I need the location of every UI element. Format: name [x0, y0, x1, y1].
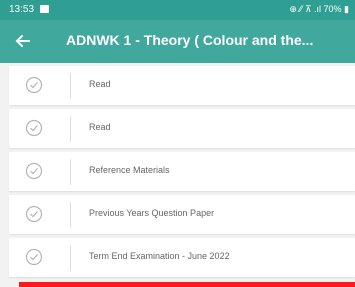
status-time: 13:53	[9, 4, 35, 15]
page-title: ADNWK 1 - Theory ( Colour and the...	[66, 32, 314, 48]
check-circle-icon	[25, 162, 43, 180]
item-label: Reference Materials	[89, 165, 170, 175]
item-divider	[70, 202, 71, 228]
back-arrow-icon[interactable]	[14, 32, 32, 50]
status-indicators: ⊕ ⁄⁄ ⊼ .ıl 70% ▮	[289, 4, 349, 14]
list-item[interactable]: Term End Examination - June 2022	[9, 238, 355, 277]
item-divider	[70, 245, 71, 271]
content-list: Read Read Reference Materials Previous Y…	[9, 66, 355, 281]
item-label: Previous Years Question Paper	[89, 208, 215, 218]
gallery-icon	[40, 5, 49, 13]
check-circle-icon	[25, 205, 43, 223]
list-item[interactable]: Previous Years Question Paper	[9, 195, 355, 234]
item-divider	[70, 159, 71, 185]
highlight-bar	[19, 282, 355, 287]
check-circle-icon	[25, 248, 43, 266]
item-label: Read	[89, 122, 111, 132]
item-divider	[70, 73, 71, 99]
status-bar: 13:53 ⊕ ⁄⁄ ⊼ .ıl 70% ▮	[0, 0, 355, 20]
item-label: Read	[89, 79, 111, 89]
list-item[interactable]: Read	[9, 109, 355, 148]
check-circle-icon	[25, 119, 43, 137]
item-label: Term End Examination - June 2022	[89, 251, 230, 261]
app-bar: ADNWK 1 - Theory ( Colour and the...	[0, 20, 355, 63]
list-item[interactable]: Read	[9, 66, 355, 105]
check-circle-icon	[25, 76, 43, 94]
item-divider	[70, 116, 71, 142]
list-item[interactable]: Reference Materials	[9, 152, 355, 191]
